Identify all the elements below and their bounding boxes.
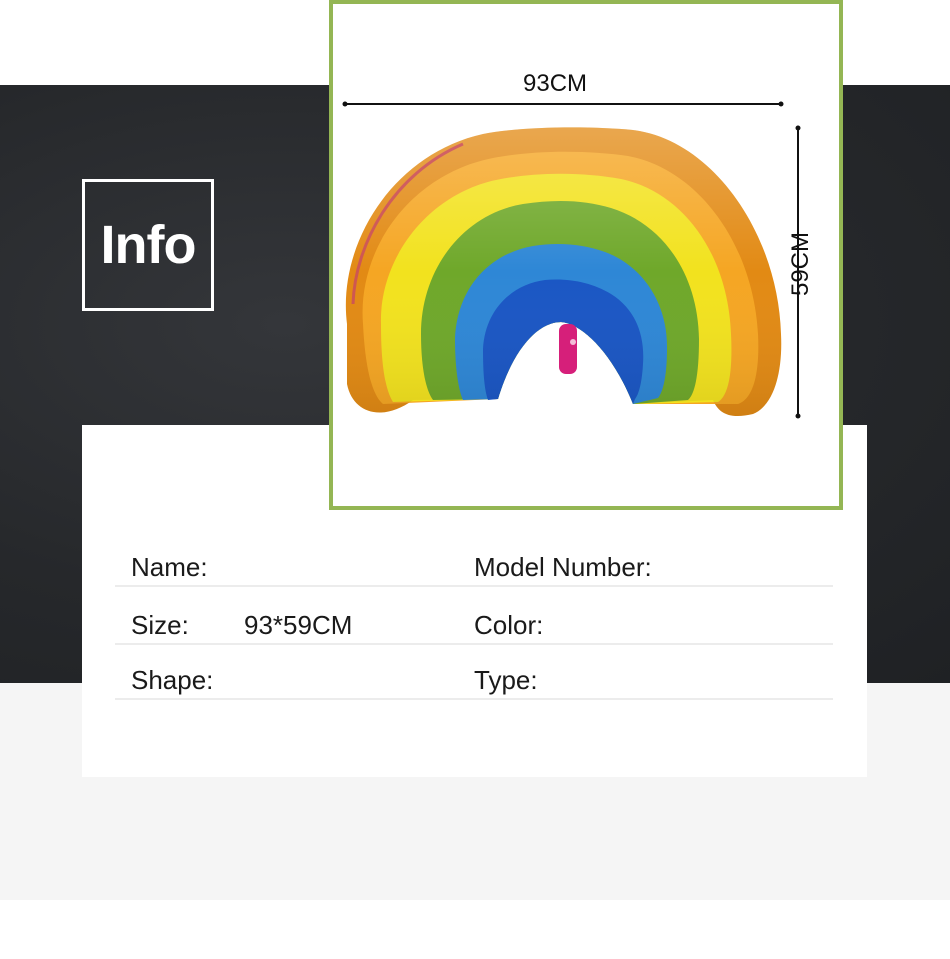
spec-row-divider (115, 585, 833, 587)
shape-label: Shape: (131, 665, 214, 695)
rainbow-balloon (345, 127, 782, 417)
info-badge: Info (82, 179, 214, 311)
spec-row-divider (115, 643, 833, 645)
spec-row-divider (115, 698, 833, 700)
type-label: Type: (474, 665, 538, 695)
size-label: Size: (131, 610, 189, 640)
height-dimension-label: 59CM (787, 231, 814, 297)
product-image-frame: 93CM 59CM (329, 0, 843, 510)
info-badge-label: Info (100, 215, 197, 275)
width-dimension-label: 93CM (523, 70, 588, 97)
model-number-label: Model Number: (474, 552, 652, 582)
color-label: Color: (474, 610, 544, 640)
size-value: 93*59CM (244, 610, 353, 640)
width-dimension-line (342, 101, 784, 107)
name-label: Name: (131, 552, 208, 582)
